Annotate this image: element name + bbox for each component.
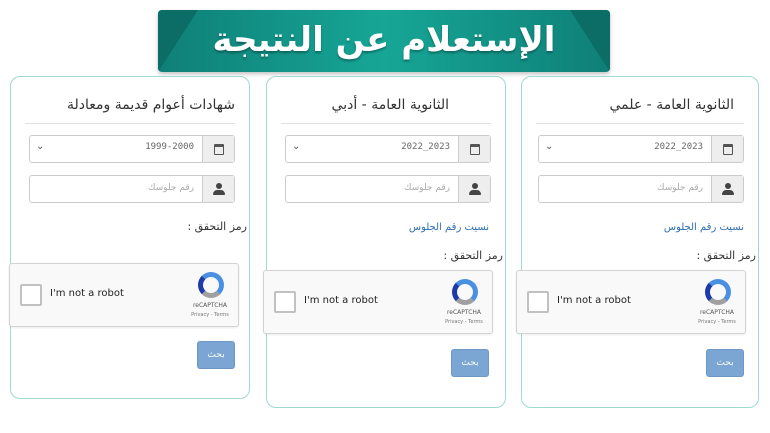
calendar-icon — [711, 136, 743, 162]
search-button[interactable]: بحث — [197, 341, 235, 369]
forgot-seat-number-link[interactable]: نسيت رقم الجلوس — [409, 222, 489, 233]
user-icon — [711, 176, 743, 202]
seat-number-input[interactable]: رقم جلوسك — [538, 175, 744, 203]
year-select[interactable]: ⌄ 1999-2000 — [29, 135, 235, 163]
seat-number-input[interactable]: رقم جلوسك — [285, 175, 491, 203]
calendar-icon — [202, 136, 234, 162]
recaptcha-widget: I'm not a robot reCAPTCHA Privacy - Term… — [9, 263, 239, 327]
search-button[interactable]: بحث — [451, 349, 489, 377]
verify-label: رمز التحقق : — [696, 249, 756, 262]
seat-number-placeholder: رقم جلوسك — [657, 183, 703, 193]
card-old-certificates: شهادات أعوام قديمة ومعادلة ⌄ 1999-2000 ر… — [9, 76, 250, 399]
seat-number-placeholder: رقم جلوسك — [404, 183, 450, 193]
recaptcha-brand: reCAPTCHA — [446, 309, 482, 316]
year-select[interactable]: ⌄ 2022_2023 — [538, 135, 744, 163]
user-icon — [458, 176, 490, 202]
divider — [536, 123, 744, 124]
recaptcha-label: I'm not a robot — [50, 288, 124, 299]
recaptcha-label: I'm not a robot — [304, 295, 378, 306]
chevron-down-icon: ⌄ — [545, 141, 554, 152]
verify-label: رمز التحقق : — [443, 249, 503, 262]
card-secondary-literary: الثانوية العامة - أدبي ⌄ 2022_2023 رقم ج… — [263, 76, 506, 408]
divider — [25, 123, 235, 124]
recaptcha-checkbox[interactable] — [20, 284, 42, 306]
search-button[interactable]: بحث — [706, 349, 744, 377]
year-select[interactable]: ⌄ 2022_2023 — [285, 135, 491, 163]
card-secondary-scientific: الثانوية العامة - علمي ⌄ 2022_2023 رقم ج… — [516, 76, 759, 408]
page-title: الإستعلام عن النتيجة — [212, 20, 556, 60]
card-title: الثانوية العامة - أدبي — [331, 97, 449, 113]
recaptcha-logo-icon — [705, 279, 731, 305]
page-banner: الإستعلام عن النتيجة — [158, 10, 610, 72]
calendar-icon — [458, 136, 490, 162]
recaptcha-checkbox[interactable] — [274, 291, 296, 313]
card-title: شهادات أعوام قديمة ومعادلة — [67, 97, 235, 113]
chevron-down-icon: ⌄ — [36, 141, 45, 152]
recaptcha-terms-link[interactable]: Privacy - Terms — [442, 319, 486, 325]
recaptcha-brand: reCAPTCHA — [699, 309, 735, 316]
recaptcha-logo-icon — [452, 279, 478, 305]
recaptcha-widget: I'm not a robot reCAPTCHA Privacy - Term… — [263, 270, 493, 334]
divider — [281, 123, 491, 124]
seat-number-input[interactable]: رقم جلوسك — [29, 175, 235, 203]
seat-number-placeholder: رقم جلوسك — [148, 183, 194, 193]
chevron-down-icon: ⌄ — [292, 141, 301, 152]
year-select-value: 1999-2000 — [145, 142, 194, 152]
recaptcha-checkbox[interactable] — [527, 291, 549, 313]
recaptcha-terms-link[interactable]: Privacy - Terms — [188, 312, 232, 318]
card-title: الثانوية العامة - علمي — [609, 97, 734, 113]
recaptcha-brand: reCAPTCHA — [192, 302, 228, 309]
recaptcha-widget: I'm not a robot reCAPTCHA Privacy - Term… — [516, 270, 746, 334]
forgot-seat-number-link[interactable]: نسيت رقم الجلوس — [664, 222, 744, 233]
recaptcha-label: I'm not a robot — [557, 295, 631, 306]
year-select-value: 2022_2023 — [401, 142, 450, 152]
year-select-value: 2022_2023 — [654, 142, 703, 152]
verify-label: رمز التحقق : — [187, 220, 247, 233]
user-icon — [202, 176, 234, 202]
recaptcha-logo-icon — [198, 272, 224, 298]
recaptcha-terms-link[interactable]: Privacy - Terms — [695, 319, 739, 325]
